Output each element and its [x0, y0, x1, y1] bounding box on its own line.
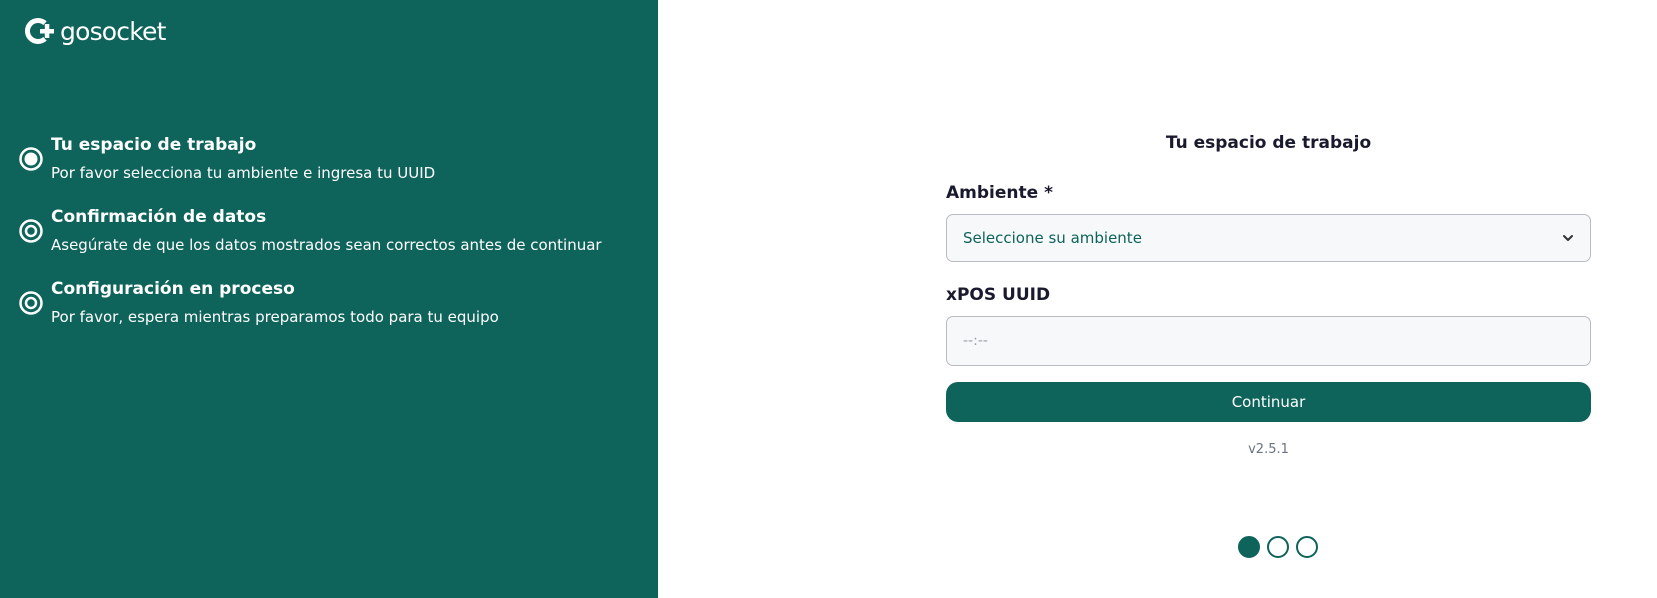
- step-configuration: Configuración en proceso Por favor, espe…: [18, 278, 602, 350]
- step-description: Asegúrate de que los datos mostrados sea…: [51, 236, 602, 254]
- pagination-dot-3[interactable]: [1296, 536, 1318, 558]
- main-panel: Tu espacio de trabajo Ambiente * Selecci…: [658, 0, 1657, 598]
- radio-pending-icon: [18, 290, 44, 316]
- pagination-dots: [1238, 536, 1318, 558]
- radio-active-icon: [18, 146, 44, 172]
- step-workspace: Tu espacio de trabajo Por favor seleccio…: [18, 134, 602, 206]
- step-description: Por favor, espera mientras preparamos to…: [51, 308, 499, 326]
- step-title: Configuración en proceso: [51, 279, 295, 299]
- uuid-input[interactable]: [946, 316, 1591, 366]
- setup-page: gosocket Tu espacio de trabajo Por favor…: [0, 0, 1657, 598]
- gosocket-g-plus-icon: [24, 16, 58, 46]
- sidebar-panel: gosocket Tu espacio de trabajo Por favor…: [0, 0, 658, 598]
- workspace-form: Tu espacio de trabajo Ambiente * Selecci…: [946, 132, 1591, 457]
- continue-button[interactable]: Continuar: [946, 382, 1591, 422]
- step-title: Tu espacio de trabajo: [51, 135, 257, 155]
- ambiente-label: Ambiente *: [946, 183, 1053, 203]
- ambiente-select[interactable]: Seleccione su ambiente: [946, 214, 1591, 262]
- pagination-dot-2[interactable]: [1267, 536, 1289, 558]
- chevron-down-icon: [1562, 234, 1574, 242]
- form-title: Tu espacio de trabajo: [1165, 133, 1372, 153]
- step-description: Por favor selecciona tu ambiente e ingre…: [51, 164, 436, 182]
- stepper: Tu espacio de trabajo Por favor seleccio…: [18, 134, 602, 350]
- uuid-label: xPOS UUID: [946, 285, 1051, 305]
- brand-logo[interactable]: gosocket: [24, 16, 166, 46]
- brand-name: gosocket: [60, 16, 166, 46]
- version-label: v2.5.1: [1248, 442, 1289, 457]
- step-confirmation: Confirmación de datos Asegúrate de que l…: [18, 206, 602, 278]
- pagination-dot-1[interactable]: [1238, 536, 1260, 558]
- radio-pending-icon: [18, 218, 44, 244]
- step-title: Confirmación de datos: [51, 207, 267, 227]
- ambiente-select-value: Seleccione su ambiente: [963, 229, 1142, 247]
